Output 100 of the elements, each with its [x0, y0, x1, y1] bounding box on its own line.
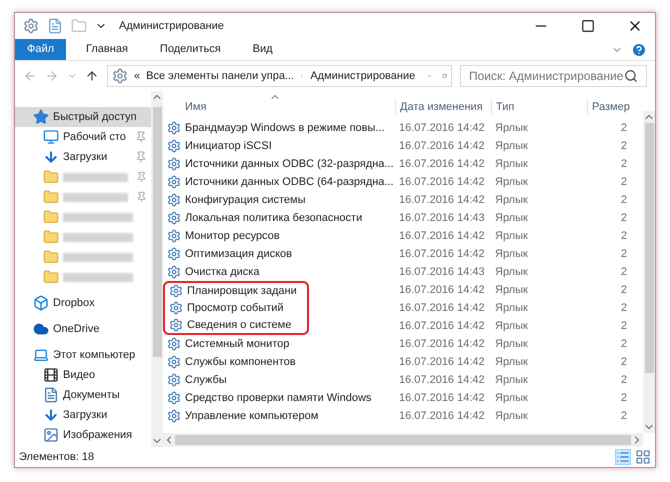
date-cell-text: 16.07.2016 14:42: [398, 120, 486, 136]
file-name[interactable]: Управление компьютером: [163, 407, 395, 425]
folder-icon: [43, 209, 59, 225]
file-name[interactable]: Планировщик задани: [163, 281, 309, 299]
column-header[interactable]: Размер: [587, 98, 631, 115]
sidebar-label: Рабочий сто: [63, 130, 126, 145]
file-name[interactable]: Службы: [163, 371, 395, 389]
search-icon: [624, 69, 638, 83]
sidebar-item[interactable]: Этот компьютер: [15, 345, 151, 365]
sidebar-label: Загрузки: [63, 150, 108, 165]
file-name[interactable]: Источники данных ODBC (32-разрядна...: [163, 155, 395, 173]
ribbon-tab[interactable]: Главная: [74, 39, 140, 60]
scrollbar-thumb[interactable]: [175, 435, 631, 445]
file-name[interactable]: Системный монитор: [163, 335, 395, 353]
file-name[interactable]: Конфигурация системы: [163, 191, 395, 209]
folder-icon: [43, 249, 59, 265]
file-name[interactable]: Источники данных ODBC (64-разрядна...: [163, 173, 395, 191]
date-cell-text: 16.07.2016 14:42: [398, 138, 486, 154]
window-title: Администрирование: [119, 18, 224, 34]
sidebar-item[interactable]: Документы: [15, 385, 151, 405]
blurred-label: [63, 192, 128, 202]
folder-icon: [43, 169, 59, 185]
type-cell-text: Ярлык: [494, 138, 529, 154]
date-cell-text: 16.07.2016 14:42: [398, 246, 486, 262]
file-name[interactable]: Просмотр событий: [163, 299, 309, 317]
date-cell-text: 16.07.2016 14:42: [398, 390, 486, 406]
date-cell-text: 16.07.2016 14:42: [398, 282, 486, 298]
size-cell-text: 2: [620, 390, 627, 406]
date-cell-text: 16.07.2016 14:42: [398, 192, 486, 208]
item-count: Элементов: 18: [19, 450, 94, 465]
file-name[interactable]: Инициатор iSCSI: [163, 137, 395, 155]
size-cell-text: 2: [620, 210, 627, 226]
folder-icon: [43, 229, 59, 245]
date-cell-text: 16.07.2016 14:42: [398, 336, 486, 352]
sidebar-item[interactable]: Изображения: [15, 425, 151, 445]
date-cell-text: 16.07.2016 14:42: [398, 408, 486, 424]
date-cell-text: 16.07.2016 14:42: [398, 372, 486, 388]
ribbon-tab[interactable]: Поделиться: [148, 39, 233, 60]
sidebar-item[interactable]: Dropbox: [15, 293, 151, 313]
size-cell-text: 2: [620, 246, 627, 262]
size-cell-text: 2: [620, 156, 627, 172]
help-icon[interactable]: [631, 42, 647, 58]
size-cell-text: 2: [620, 300, 627, 316]
blurred-label: [63, 272, 133, 282]
file-name[interactable]: Средство проверки памяти Windows: [163, 389, 395, 407]
column-header[interactable]: Имя: [163, 98, 395, 115]
file-name[interactable]: Сведения о системе: [163, 317, 309, 335]
type-cell-text: Ярлык: [494, 390, 529, 406]
scrollbar-thumb[interactable]: [644, 123, 654, 373]
folder-icon: [43, 189, 59, 205]
column-header[interactable]: Дата изменения: [395, 98, 491, 115]
tiles-view-icon[interactable]: [635, 449, 651, 465]
address-part[interactable]: Все элементы панели упра...: [146, 68, 294, 84]
ribbon-tab[interactable]: Вид: [240, 39, 285, 60]
cloud-icon: [33, 321, 49, 337]
sidebar-item[interactable]: Загрузки: [15, 405, 151, 425]
sidebar-label: OneDrive: [53, 322, 100, 337]
file-name[interactable]: Локальная политика безопасности: [163, 209, 395, 227]
sidebar-item[interactable]: Рабочий сто: [15, 127, 151, 147]
type-cell-text: Ярлык: [494, 336, 529, 352]
file-name[interactable]: Очистка диска: [163, 263, 395, 281]
file-name[interactable]: Брандмауэр Windows в режиме повы...: [163, 119, 395, 137]
scrollbar-thumb[interactable]: [152, 107, 162, 357]
sidebar-label: Документы: [63, 388, 120, 403]
sidebar-item[interactable]: Загрузки: [15, 147, 151, 167]
file-name[interactable]: Службы компонентов: [163, 353, 395, 371]
type-cell-text: Ярлык: [494, 354, 529, 370]
sidebar-item[interactable]: Видео: [15, 365, 151, 385]
details-view-icon[interactable]: [615, 449, 631, 465]
date-cell-text: 16.07.2016 14:42: [398, 354, 486, 370]
sidebar-label: Этот компьютер: [53, 348, 136, 363]
column-header[interactable]: Тип: [491, 98, 587, 115]
address-overflow[interactable]: «: [134, 68, 140, 84]
type-cell-text: Ярлык: [494, 318, 529, 334]
ribbon-tab[interactable]: Файл: [15, 39, 66, 60]
address-bar[interactable]: « Все элементы панели упра... Администрирование: [106, 65, 452, 87]
type-cell-text: Ярлык: [494, 282, 529, 298]
type-cell-text: Ярлык: [494, 372, 529, 388]
size-cell-text: 2: [620, 372, 627, 388]
file-name[interactable]: Оптимизация дисков: [163, 245, 395, 263]
document-icon: [43, 387, 59, 403]
size-cell-text: 2: [620, 228, 627, 244]
date-cell-text: 16.07.2016 14:42: [398, 318, 486, 334]
size-cell-text: 2: [620, 138, 627, 154]
size-cell-text: 2: [620, 174, 627, 190]
sidebar-item[interactable]: Быстрый доступ: [15, 107, 151, 127]
picture-icon: [43, 427, 59, 443]
sidebar-label: Видео: [63, 368, 96, 383]
file-name[interactable]: Монитор ресурсов: [163, 227, 395, 245]
search-field[interactable]: Поиск: Администрирование: [460, 65, 647, 87]
blurred-label: [63, 252, 133, 262]
address-part[interactable]: Администрирование: [310, 68, 416, 84]
settings-icon[interactable]: [23, 18, 39, 34]
type-cell-text: Ярлык: [494, 246, 529, 262]
blurred-label: [63, 232, 133, 242]
monitor-icon: [43, 129, 59, 145]
maximize-icon[interactable]: [581, 19, 595, 33]
type-cell-text: Ярлык: [494, 264, 529, 280]
sidebar-item[interactable]: OneDrive: [15, 319, 151, 339]
folder-icon: [43, 269, 59, 285]
